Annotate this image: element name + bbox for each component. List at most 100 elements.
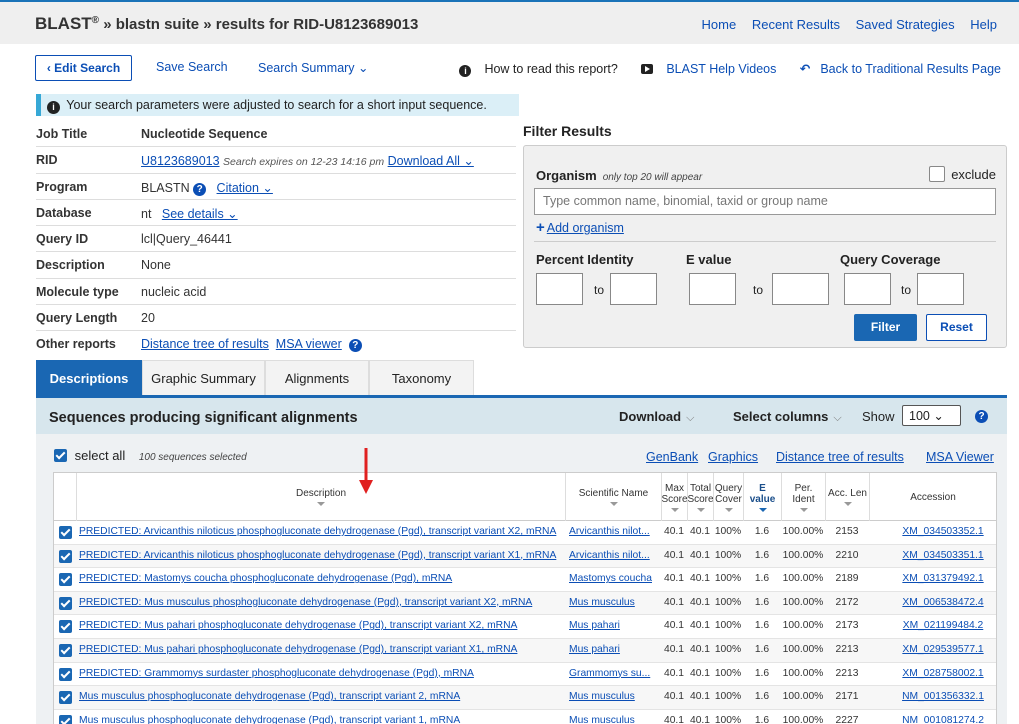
- distance-tree-link[interactable]: Distance tree of results: [776, 450, 904, 464]
- col-query-cover[interactable]: Query Cover: [713, 473, 743, 521]
- search-summary-dropdown[interactable]: Search Summary ⌄: [258, 60, 369, 75]
- row-checkbox[interactable]: [59, 643, 72, 657]
- select-columns-dropdown[interactable]: Select columns ⌵: [733, 409, 842, 425]
- accession-link[interactable]: NM_001356332.1: [898, 691, 988, 702]
- exclude-checkbox[interactable]: exclude: [929, 166, 996, 182]
- back-traditional-link[interactable]: ↶ Back to Traditional Results Page: [790, 62, 1001, 76]
- description-link[interactable]: PREDICTED: Mus musculus phosphogluconate…: [79, 597, 576, 608]
- save-search-link[interactable]: Save Search: [156, 60, 228, 74]
- accession-link[interactable]: XM_034503351.1: [898, 550, 988, 561]
- description-link[interactable]: Mus musculus phosphogluconate dehydrogen…: [79, 715, 576, 724]
- col-acc-len[interactable]: Acc. Len: [825, 473, 869, 521]
- accession-link[interactable]: NM_001081274.2: [898, 715, 988, 724]
- description-link[interactable]: Mus musculus phosphogluconate dehydrogen…: [79, 691, 576, 702]
- percent-identity-min-input[interactable]: [536, 273, 583, 305]
- edit-search-button[interactable]: ‹ Edit Search: [35, 55, 132, 81]
- filter-button[interactable]: Filter: [854, 314, 917, 341]
- row-checkbox[interactable]: [59, 526, 72, 539]
- scientific-name-link[interactable]: Mastomys coucha: [569, 573, 659, 584]
- how-to-read-link[interactable]: i How to read this report?: [449, 62, 618, 77]
- help-icon[interactable]: ?: [193, 182, 207, 196]
- nav-help[interactable]: Help: [970, 17, 997, 32]
- molecule-row: Molecule type nucleic acid: [36, 279, 516, 306]
- checkbox-icon[interactable]: [929, 166, 946, 182]
- table-row: Mus musculus phosphogluconate dehydrogen…: [54, 710, 996, 724]
- accession-link[interactable]: XM_006538472.4: [898, 597, 988, 608]
- nav-saved-strategies[interactable]: Saved Strategies: [856, 17, 955, 32]
- description-link[interactable]: PREDICTED: Mastomys coucha phosphoglucon…: [79, 573, 576, 584]
- msa-viewer-link[interactable]: MSA Viewer: [926, 450, 994, 464]
- nav-home[interactable]: Home: [702, 17, 737, 32]
- description-link[interactable]: PREDICTED: Arvicanthis niloticus phospho…: [79, 526, 576, 537]
- col-total-score[interactable]: Total Score: [687, 473, 714, 521]
- graphics-link[interactable]: Graphics: [708, 450, 758, 464]
- citation-link[interactable]: Citation ⌄: [217, 181, 273, 195]
- download-all-link[interactable]: Download All ⌄: [388, 154, 474, 168]
- organism-input[interactable]: Type common name, binomial, taxid or gro…: [534, 188, 996, 215]
- e-value-max-input[interactable]: [772, 273, 829, 305]
- scientific-name-link[interactable]: Mus musculus: [569, 715, 659, 724]
- help-videos-link[interactable]: BLAST Help Videos: [631, 62, 776, 76]
- query-cover: 100%: [714, 714, 742, 724]
- distance-tree-link[interactable]: Distance tree of results: [141, 337, 269, 351]
- acc-len: 2173: [835, 620, 859, 632]
- row-checkbox[interactable]: [59, 596, 72, 610]
- help-icon[interactable]: ?: [348, 339, 362, 353]
- msa-viewer-link[interactable]: MSA viewer: [276, 337, 342, 351]
- other-reports-label: Other reports: [36, 337, 116, 352]
- rid-link[interactable]: U8123689013: [141, 154, 220, 168]
- genbank-link[interactable]: GenBank: [646, 450, 698, 464]
- reset-button[interactable]: Reset: [926, 314, 987, 341]
- rid-label: RID: [36, 153, 58, 168]
- accession-link[interactable]: XM_021199484.2: [898, 620, 988, 631]
- accession-link[interactable]: XM_034503352.1: [898, 526, 988, 537]
- scientific-name-link[interactable]: Mus musculus: [569, 691, 659, 702]
- help-icon[interactable]: ?: [975, 410, 988, 423]
- blast-logo[interactable]: BLAST: [35, 14, 92, 33]
- col-per-ident[interactable]: Per. Ident: [781, 473, 825, 521]
- row-checkbox[interactable]: [59, 667, 72, 681]
- tab-descriptions[interactable]: Descriptions: [36, 360, 142, 395]
- nav-recent-results[interactable]: Recent Results: [752, 17, 840, 32]
- description-link[interactable]: PREDICTED: Mus pahari phosphogluconate d…: [79, 620, 576, 631]
- accession-link[interactable]: XM_028758002.1: [898, 668, 988, 679]
- query-coverage-max-input[interactable]: [917, 273, 964, 305]
- add-organism-label[interactable]: Add organism: [547, 221, 624, 235]
- accession-link[interactable]: XM_029539577.1: [898, 644, 988, 655]
- col-accession[interactable]: Accession: [869, 473, 996, 521]
- description-link[interactable]: PREDICTED: Mus pahari phosphogluconate d…: [79, 644, 576, 655]
- row-checkbox[interactable]: [59, 691, 72, 705]
- scientific-name-link[interactable]: Arvicanthis nilot...: [569, 526, 659, 537]
- add-organism-link[interactable]: + Add organism: [536, 219, 624, 236]
- description-link[interactable]: PREDICTED: Arvicanthis niloticus phospho…: [79, 550, 576, 561]
- percent-identity-max-input[interactable]: [610, 273, 657, 305]
- scientific-name-link[interactable]: Mus pahari: [569, 620, 659, 631]
- acc-len: 2213: [835, 667, 859, 679]
- select-all-checkbox[interactable]: [54, 449, 67, 462]
- row-checkbox[interactable]: [59, 573, 72, 587]
- show-count-select[interactable]: 100 ⌄: [902, 405, 961, 426]
- tab-taxonomy[interactable]: Taxonomy: [369, 360, 474, 395]
- scientific-name-link[interactable]: Mus pahari: [569, 644, 659, 655]
- row-checkbox[interactable]: [59, 620, 72, 634]
- accession-link[interactable]: XM_031379492.1: [898, 573, 988, 584]
- col-accession-label: Accession: [910, 491, 956, 503]
- col-max-score[interactable]: Max Score: [661, 473, 688, 521]
- tab-graphic-summary[interactable]: Graphic Summary: [142, 360, 265, 395]
- see-details-link[interactable]: See details ⌄: [162, 207, 238, 221]
- col-scientific-name[interactable]: Scientific Name: [565, 473, 661, 521]
- e-value-min-input[interactable]: [689, 273, 736, 305]
- description-link[interactable]: PREDICTED: Grammomys surdaster phosphogl…: [79, 668, 576, 679]
- row-checkbox[interactable]: [59, 714, 72, 724]
- scientific-name-link[interactable]: Grammomys su...: [569, 668, 659, 679]
- query-coverage-min-input[interactable]: [844, 273, 891, 305]
- acc-len: 2213: [835, 643, 859, 655]
- col-description[interactable]: Description: [76, 473, 565, 521]
- download-dropdown[interactable]: Download ⌵: [619, 409, 694, 425]
- scientific-name-link[interactable]: Arvicanthis nilot...: [569, 550, 659, 561]
- col-qc-label-1: Query: [714, 482, 743, 494]
- row-checkbox[interactable]: [59, 549, 72, 563]
- scientific-name-link[interactable]: Mus musculus: [569, 597, 659, 608]
- tab-alignments[interactable]: Alignments: [265, 360, 369, 395]
- col-e-value[interactable]: Evalue: [743, 473, 781, 521]
